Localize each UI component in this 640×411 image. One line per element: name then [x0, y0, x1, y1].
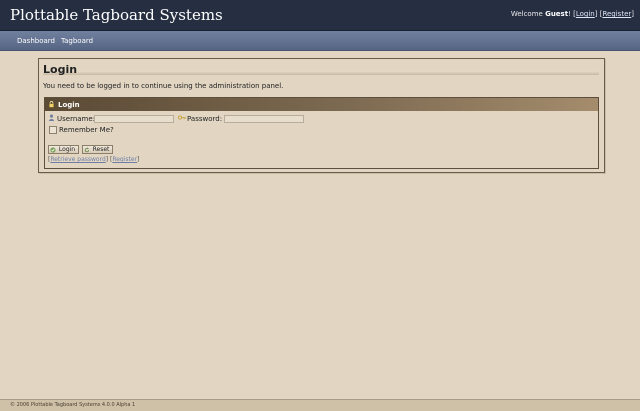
nav-item-dashboard[interactable]: Dashboard — [17, 37, 55, 45]
login-button-label: Login — [58, 146, 76, 153]
username-label: Username: — [57, 115, 96, 123]
reset-button-label: Reset — [92, 146, 110, 153]
header-login-link[interactable]: Login — [576, 10, 595, 18]
account-links: [Retrieve password] [Register] — [48, 156, 140, 163]
password-input[interactable] — [224, 115, 304, 123]
nav-bar: Dashboard Tagboard — [0, 31, 640, 51]
refresh-icon — [84, 147, 90, 153]
page-title: Login — [43, 63, 78, 76]
welcome-user: Guest — [545, 10, 569, 18]
login-notice: You need to be logged in to continue usi… — [43, 82, 284, 90]
reset-button[interactable]: Reset — [82, 145, 113, 154]
remember-me-label: Remember Me? — [59, 126, 114, 134]
login-panel: Login You need to be logged in to contin… — [38, 58, 605, 173]
login-box-heading: Login — [58, 101, 80, 109]
retrieve-password-link[interactable]: Retrieve password — [50, 156, 105, 163]
password-label: Password: — [187, 115, 223, 123]
nav-item-tagboard[interactable]: Tagboard — [61, 37, 93, 45]
key-icon — [178, 115, 186, 120]
login-box: Login Username: Password: Remember Me? L… — [44, 97, 599, 169]
register-link[interactable]: Register — [112, 156, 137, 163]
lock-icon — [49, 101, 54, 108]
title-rule — [43, 71, 599, 75]
login-button[interactable]: Login — [48, 145, 79, 154]
remember-me-checkbox[interactable] — [49, 126, 57, 134]
footer-copyright: © 2006 Plottable Tagboard Systems 4.0.0 … — [10, 402, 136, 408]
welcome-bar: Welcome Guest! [Login] [Register] — [510, 10, 634, 18]
welcome-suffix: ! — [568, 10, 571, 18]
welcome-prefix: Welcome — [510, 10, 543, 18]
top-header: Plottable Tagboard Systems Welcome Guest… — [0, 0, 640, 31]
site-title: Plottable Tagboard Systems — [10, 6, 223, 24]
username-input[interactable] — [94, 115, 174, 123]
login-box-header: Login — [45, 98, 598, 111]
footer: © 2006 Plottable Tagboard Systems 4.0.0 … — [0, 399, 640, 411]
check-icon — [50, 147, 56, 153]
header-register-link[interactable]: Register — [602, 10, 631, 18]
user-icon — [48, 114, 55, 121]
